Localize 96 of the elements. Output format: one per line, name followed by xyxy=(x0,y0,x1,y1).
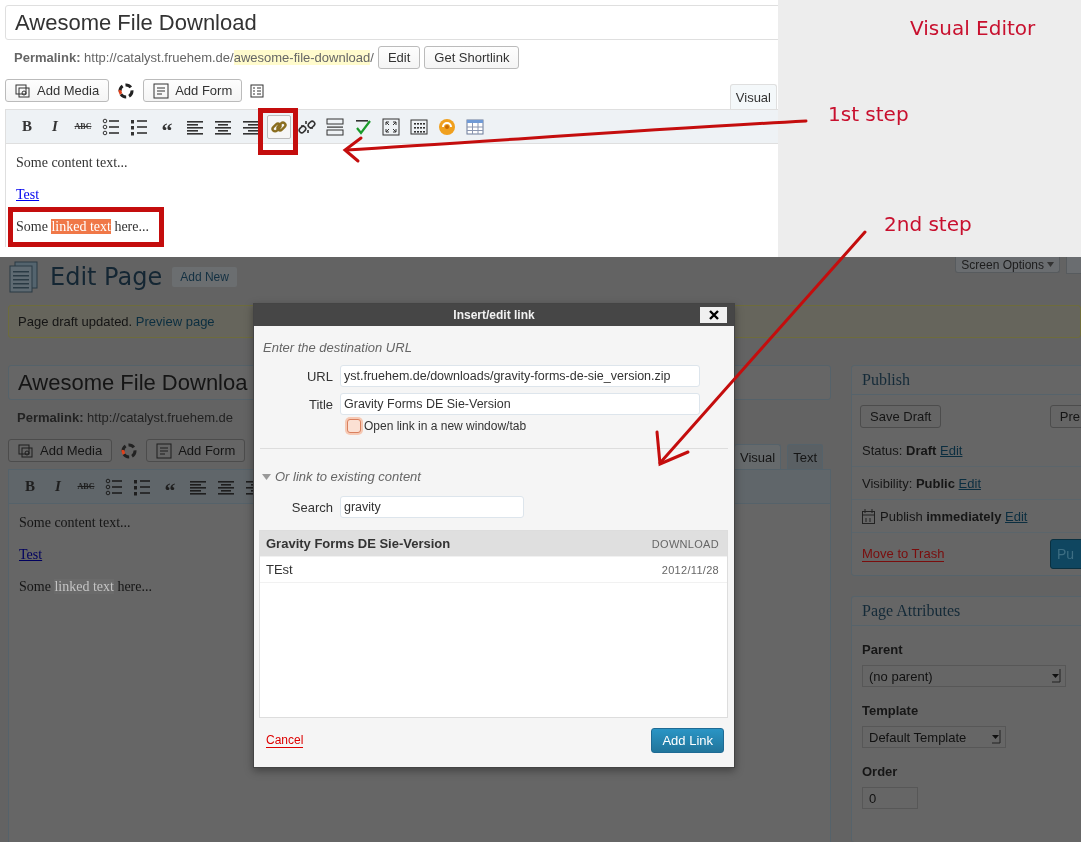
permalink-button[interactable]: Edit xyxy=(377,45,421,69)
dialog-instruction: Enter the destination URL xyxy=(263,340,413,355)
numbered-list-icon xyxy=(130,117,148,136)
toolbar-button[interactable]: I xyxy=(46,474,70,499)
keyboard-icon xyxy=(410,117,428,136)
field-label: Search xyxy=(290,499,334,515)
annotation-label: 2nd step xyxy=(884,212,972,236)
table-icon xyxy=(466,117,484,136)
caret-icon xyxy=(1052,669,1061,683)
annotation-label: 1st step xyxy=(828,102,909,126)
toolbar-button[interactable]: “ xyxy=(158,474,182,499)
status-text: Publish immediately Edit xyxy=(880,508,1028,524)
title-field[interactable]: Awesome File Download xyxy=(5,5,778,40)
editor-tab[interactable]: Visual xyxy=(733,444,782,469)
field-label: Template xyxy=(862,703,920,718)
list-icon xyxy=(250,83,265,98)
form-icon xyxy=(156,442,173,459)
dialog-title: Insert/edit link xyxy=(453,308,535,322)
toolbar-button[interactable]: ABC xyxy=(71,114,95,139)
triangle-icon xyxy=(262,472,271,481)
calendar-icon xyxy=(862,508,875,524)
editor-tab[interactable]: Text xyxy=(787,444,823,469)
field-label: Parent xyxy=(862,642,904,657)
broken-chain-icon xyxy=(298,117,316,136)
caret-icon xyxy=(992,730,1001,744)
existing-content-toggle[interactable]: Or link to existing content xyxy=(262,469,734,484)
numbered-list-icon xyxy=(133,477,151,496)
edit-link[interactable]: Edit xyxy=(958,475,981,491)
bullet-list-icon xyxy=(102,117,120,136)
photos-icon xyxy=(15,82,31,99)
page-break-icon xyxy=(326,117,344,136)
toolbar-button[interactable]: I xyxy=(43,114,67,139)
paragraph: Some content text... xyxy=(16,154,128,172)
link[interactable]: Test xyxy=(19,546,43,564)
order-field[interactable]: 0 xyxy=(862,787,918,809)
add-link-button[interactable]: Add Link xyxy=(651,728,724,753)
toolbar-button[interactable]: B xyxy=(15,114,39,139)
paragraph: Some linked text here... xyxy=(19,578,152,596)
caret-icon xyxy=(1047,261,1054,268)
page-heading: Edit Page xyxy=(50,263,163,291)
preview-link[interactable]: Preview page xyxy=(135,314,215,329)
edit-link[interactable]: Edit xyxy=(940,442,963,458)
add-form-button[interactable]: Add Form xyxy=(146,439,246,462)
url-field[interactable]: yst.fruehem.de/downloads/gravity-forms-de-sie_version.zip xyxy=(340,365,700,387)
fullscreen-icon xyxy=(382,117,400,136)
permalink-text: Permalink: http://catalyst.fruehem.de/awesome-file-download/ xyxy=(14,49,374,65)
field-label: URL xyxy=(306,368,334,384)
highlight-frame xyxy=(258,107,298,155)
add-media-button[interactable]: Add Media xyxy=(5,79,110,102)
cancel-link[interactable]: Cancel xyxy=(266,733,304,748)
publish-action-button[interactable]: Save Draft xyxy=(860,405,942,428)
swirl-icon xyxy=(438,117,456,136)
result-item[interactable]: Gravity Forms DE Sie-Version DOWNLOAD xyxy=(260,531,727,557)
add-form-button[interactable]: Add Form xyxy=(143,79,243,102)
panel-title: Publish xyxy=(852,366,1081,395)
close-icon xyxy=(708,310,719,320)
checkbox[interactable] xyxy=(347,419,361,433)
bullet-list-icon xyxy=(105,477,123,496)
permalink-text: Permalink: http://catalyst.fruehem.de xyxy=(17,409,234,425)
add-media-button[interactable]: Add Media xyxy=(8,439,113,462)
notice-text: Page draft updated. Preview page xyxy=(18,314,215,329)
photos-icon xyxy=(18,442,34,459)
field-label: Order xyxy=(862,764,899,779)
close-button[interactable] xyxy=(700,307,727,323)
ring-icon xyxy=(117,81,136,100)
paragraph: Some linked text here... xyxy=(16,218,149,236)
status-text: Status: Draft Edit xyxy=(862,442,963,458)
permalink-button[interactable]: Get Shortlink xyxy=(424,45,520,69)
editor-tab[interactable]: Visual xyxy=(729,84,777,109)
publish-action-button[interactable]: Pre xyxy=(1049,405,1081,428)
link[interactable]: Test xyxy=(16,186,40,204)
spellcheck-icon xyxy=(354,117,372,136)
field-label: Title xyxy=(307,396,334,412)
checkbox-label: Open link in a new window/tab xyxy=(364,419,527,433)
result-title: TEst xyxy=(266,562,293,577)
toolbar-button[interactable]: ABC xyxy=(74,474,98,499)
result-meta: DOWNLOAD xyxy=(651,537,719,550)
select-field[interactable]: (no parent) xyxy=(862,665,1066,687)
select-field[interactable]: Default Template xyxy=(862,726,1006,748)
move-to-trash-link[interactable]: Move to Trash xyxy=(862,546,945,562)
status-text: Visibility: Public Edit xyxy=(862,475,981,491)
toolbar-button[interactable]: B xyxy=(18,474,42,499)
screen-options-tab[interactable]: Screen Options xyxy=(955,257,1060,273)
result-title: Gravity Forms DE Sie-Version xyxy=(266,536,451,551)
edit-link[interactable]: Edit xyxy=(1005,508,1028,524)
add-new-button[interactable]: Add New xyxy=(172,267,237,287)
title-field[interactable]: Gravity Forms DE Sie-Version xyxy=(340,393,700,415)
panel-title: Page Attributes xyxy=(852,597,1081,626)
result-meta: 2012/11/28 xyxy=(661,563,719,576)
form-icon xyxy=(153,82,170,99)
ring-icon xyxy=(120,441,139,460)
paragraph: Some content text... xyxy=(19,514,131,532)
page-icon xyxy=(8,261,40,293)
search-field[interactable]: gravity xyxy=(340,496,524,518)
annotation-label: Visual Editor xyxy=(910,16,1036,40)
toolbar-button[interactable]: “ xyxy=(155,114,179,139)
